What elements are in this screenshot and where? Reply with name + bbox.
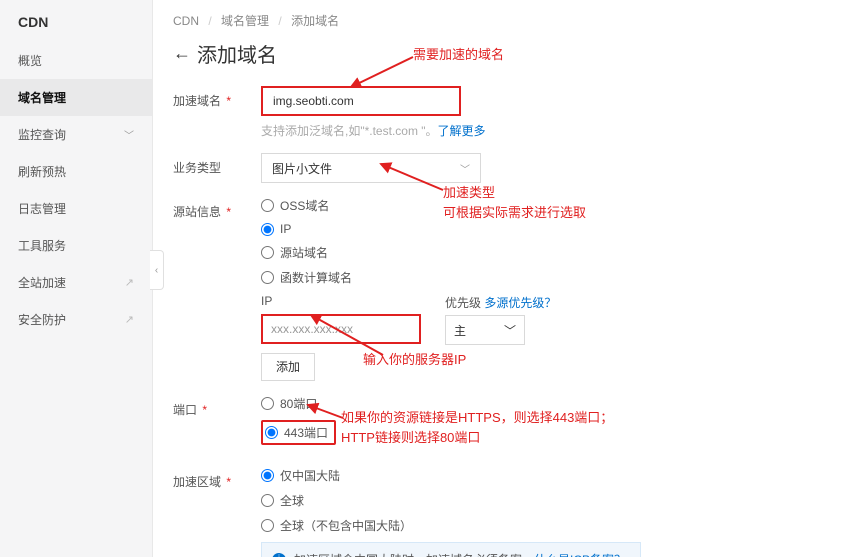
label-port: 端口 * <box>173 395 261 418</box>
sidebar-item-monitor[interactable]: 监控查询﹀ <box>0 116 152 153</box>
label-origin: 源站信息 * <box>173 197 261 220</box>
ip-sublabel: IP <box>261 294 421 308</box>
label-region: 加速区域 * <box>173 467 261 490</box>
chevron-down-icon: ﹀ <box>504 322 516 339</box>
main-content: CDN / 域名管理 / 添加域名 ← 添加域名 加速域名 * 支持添加泛域名,… <box>153 0 868 557</box>
priority-select[interactable]: 主 ﹀ <box>445 315 525 345</box>
external-link-icon: ↗ <box>125 276 134 289</box>
sidebar-title: CDN <box>0 8 152 42</box>
chevron-down-icon: ﹀ <box>460 161 470 176</box>
sidebar-item-domain-mgmt[interactable]: 域名管理 <box>0 79 152 116</box>
sidebar-item-overview[interactable]: 概览 <box>0 42 152 79</box>
biztype-select[interactable]: 图片小文件 ﹀ <box>261 153 481 183</box>
sidebar: CDN 概览 域名管理 监控查询﹀ 刷新预热 日志管理 工具服务 全站加速↗ 安… <box>0 0 153 557</box>
priority-help-link[interactable]: 多源优先级？ <box>484 296 556 310</box>
priority-sublabel: 优先级 多源优先级？ <box>445 294 556 311</box>
sidebar-item-security[interactable]: 安全防护↗ <box>0 301 152 338</box>
port-radio-80[interactable]: 80端口 <box>261 395 848 412</box>
external-link-icon: ↗ <box>125 313 134 326</box>
sidebar-item-tools[interactable]: 工具服务 <box>0 227 152 264</box>
origin-radio-ip[interactable]: IP <box>261 222 848 236</box>
breadcrumb: CDN / 域名管理 / 添加域名 <box>173 8 848 39</box>
origin-ip-input[interactable] <box>261 314 421 344</box>
domain-hint: 支持添加泛域名,如"*.test.com "。了解更多 <box>261 122 848 139</box>
breadcrumb-item[interactable]: CDN <box>173 14 199 28</box>
origin-radio-domain[interactable]: 源站域名 <box>261 244 848 261</box>
page-title: 添加域名 <box>197 39 277 68</box>
sidebar-item-refresh[interactable]: 刷新预热 <box>0 153 152 190</box>
info-icon: i <box>272 553 286 557</box>
breadcrumb-item: 添加域名 <box>291 14 339 28</box>
breadcrumb-item[interactable]: 域名管理 <box>221 14 269 28</box>
port-radio-443[interactable]: 443端口 <box>261 420 336 445</box>
region-radio-global-excn[interactable]: 全球（不包含中国大陆） <box>261 517 848 534</box>
label-biztype: 业务类型 <box>173 153 261 176</box>
origin-radio-oss[interactable]: OSS域名 <box>261 197 848 214</box>
region-radio-global[interactable]: 全球 <box>261 492 848 509</box>
add-origin-button[interactable]: 添加 <box>261 353 315 381</box>
region-info-box: i 加速区域含中国大陆时，加速域名必须备案。什么是ICP备案？ <box>261 542 641 557</box>
back-arrow-icon[interactable]: ← <box>173 43 191 64</box>
label-accel-domain: 加速域名 * <box>173 86 261 109</box>
learn-more-link[interactable]: 了解更多 <box>438 124 486 138</box>
sidebar-item-logs[interactable]: 日志管理 <box>0 190 152 227</box>
region-radio-cn[interactable]: 仅中国大陆 <box>261 467 848 484</box>
origin-radio-fc[interactable]: 函数计算域名 <box>261 269 848 286</box>
accel-domain-input[interactable] <box>261 86 461 116</box>
sidebar-item-fullsite[interactable]: 全站加速↗ <box>0 264 152 301</box>
icp-link[interactable]: 什么是ICP备案？ <box>534 553 626 557</box>
chevron-down-icon: ﹀ <box>124 127 134 142</box>
